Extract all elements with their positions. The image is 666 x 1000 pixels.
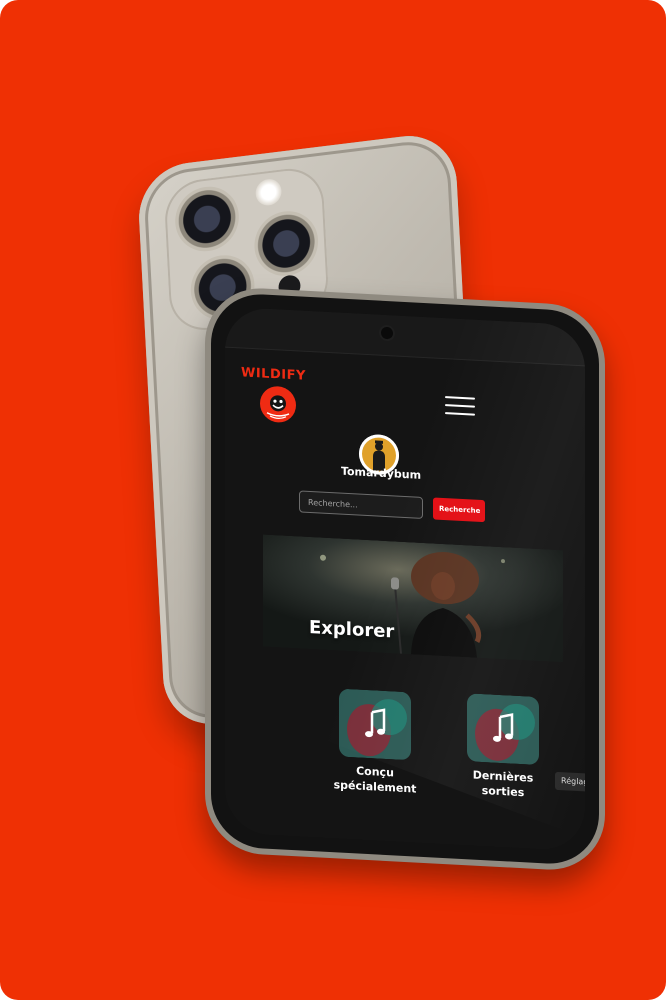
app-logo-icon[interactable] [259, 384, 297, 424]
card-thumbnail [467, 693, 539, 766]
camera-lens-icon [252, 207, 320, 280]
search-input[interactable] [299, 490, 423, 519]
menu-icon[interactable] [445, 396, 475, 420]
phone-bezel: WILDIFY Tomardybum Recherche... Recherch… [211, 291, 599, 867]
explore-banner[interactable]: Explorer [263, 534, 563, 663]
card-label: Conçu spécialement [333, 764, 417, 796]
explore-title: Explorer [309, 616, 395, 643]
camera-lens-icon [173, 183, 241, 255]
background: WILDIFY Tomardybum Recherche... Recherch… [0, 0, 666, 1000]
singer-photo [263, 534, 563, 663]
phone-screen: WILDIFY Tomardybum Recherche... Recherch… [225, 306, 585, 852]
status-bar [225, 306, 585, 367]
search-button[interactable]: Recherche [433, 497, 485, 523]
card-made-for-you[interactable]: Conçu spécialement [334, 688, 419, 797]
front-camera-icon [381, 326, 393, 340]
username: Tomardybum [340, 464, 422, 482]
card-label: Dernières sorties [472, 768, 534, 800]
settings-button[interactable]: Réglages [555, 771, 585, 793]
front-phone: WILDIFY Tomardybum Recherche... Recherch… [205, 285, 605, 873]
flash-icon [254, 177, 283, 207]
app-logo-text: WILDIFY [241, 365, 306, 384]
card-new-releases[interactable]: Dernières sorties [467, 693, 547, 801]
card-thumbnail [339, 688, 411, 761]
